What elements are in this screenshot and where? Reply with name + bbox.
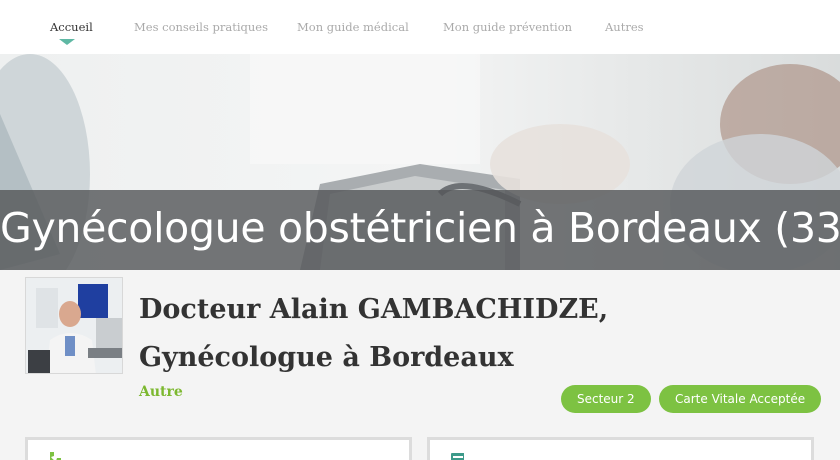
- category-link[interactable]: Autre: [139, 384, 183, 400]
- calendar-icon: [451, 453, 464, 460]
- contact-card: [25, 437, 412, 460]
- nav-item-guide-medical[interactable]: Mon guide médical: [297, 20, 409, 34]
- doctor-photo-image: [26, 278, 122, 373]
- secteur-badge: Secteur 2: [561, 385, 651, 413]
- nav-item-guide-prevention[interactable]: Mon guide prévention: [443, 20, 572, 34]
- carte-vitale-badge: Carte Vitale Acceptée: [659, 385, 822, 413]
- doctor-name-heading: Docteur Alain GAMBACHIDZE, Gynécologue à…: [139, 294, 609, 373]
- top-nav: Accueil Mes conseils pratiques Mon guide…: [0, 0, 840, 54]
- nav-item-autres[interactable]: Autres: [605, 20, 644, 34]
- hero-banner: Gynécologue obstétricien à Bordeaux (33): [0, 54, 840, 270]
- doctor-photo: [25, 277, 123, 374]
- schedule-card: [427, 437, 814, 460]
- nav-item-conseils[interactable]: Mes conseils pratiques: [134, 20, 268, 34]
- nav-item-accueil[interactable]: Accueil: [50, 20, 93, 34]
- active-caret-icon: [59, 39, 75, 45]
- phone-icon: [50, 452, 61, 460]
- page-title: Gynécologue obstétricien à Bordeaux (33): [0, 204, 840, 252]
